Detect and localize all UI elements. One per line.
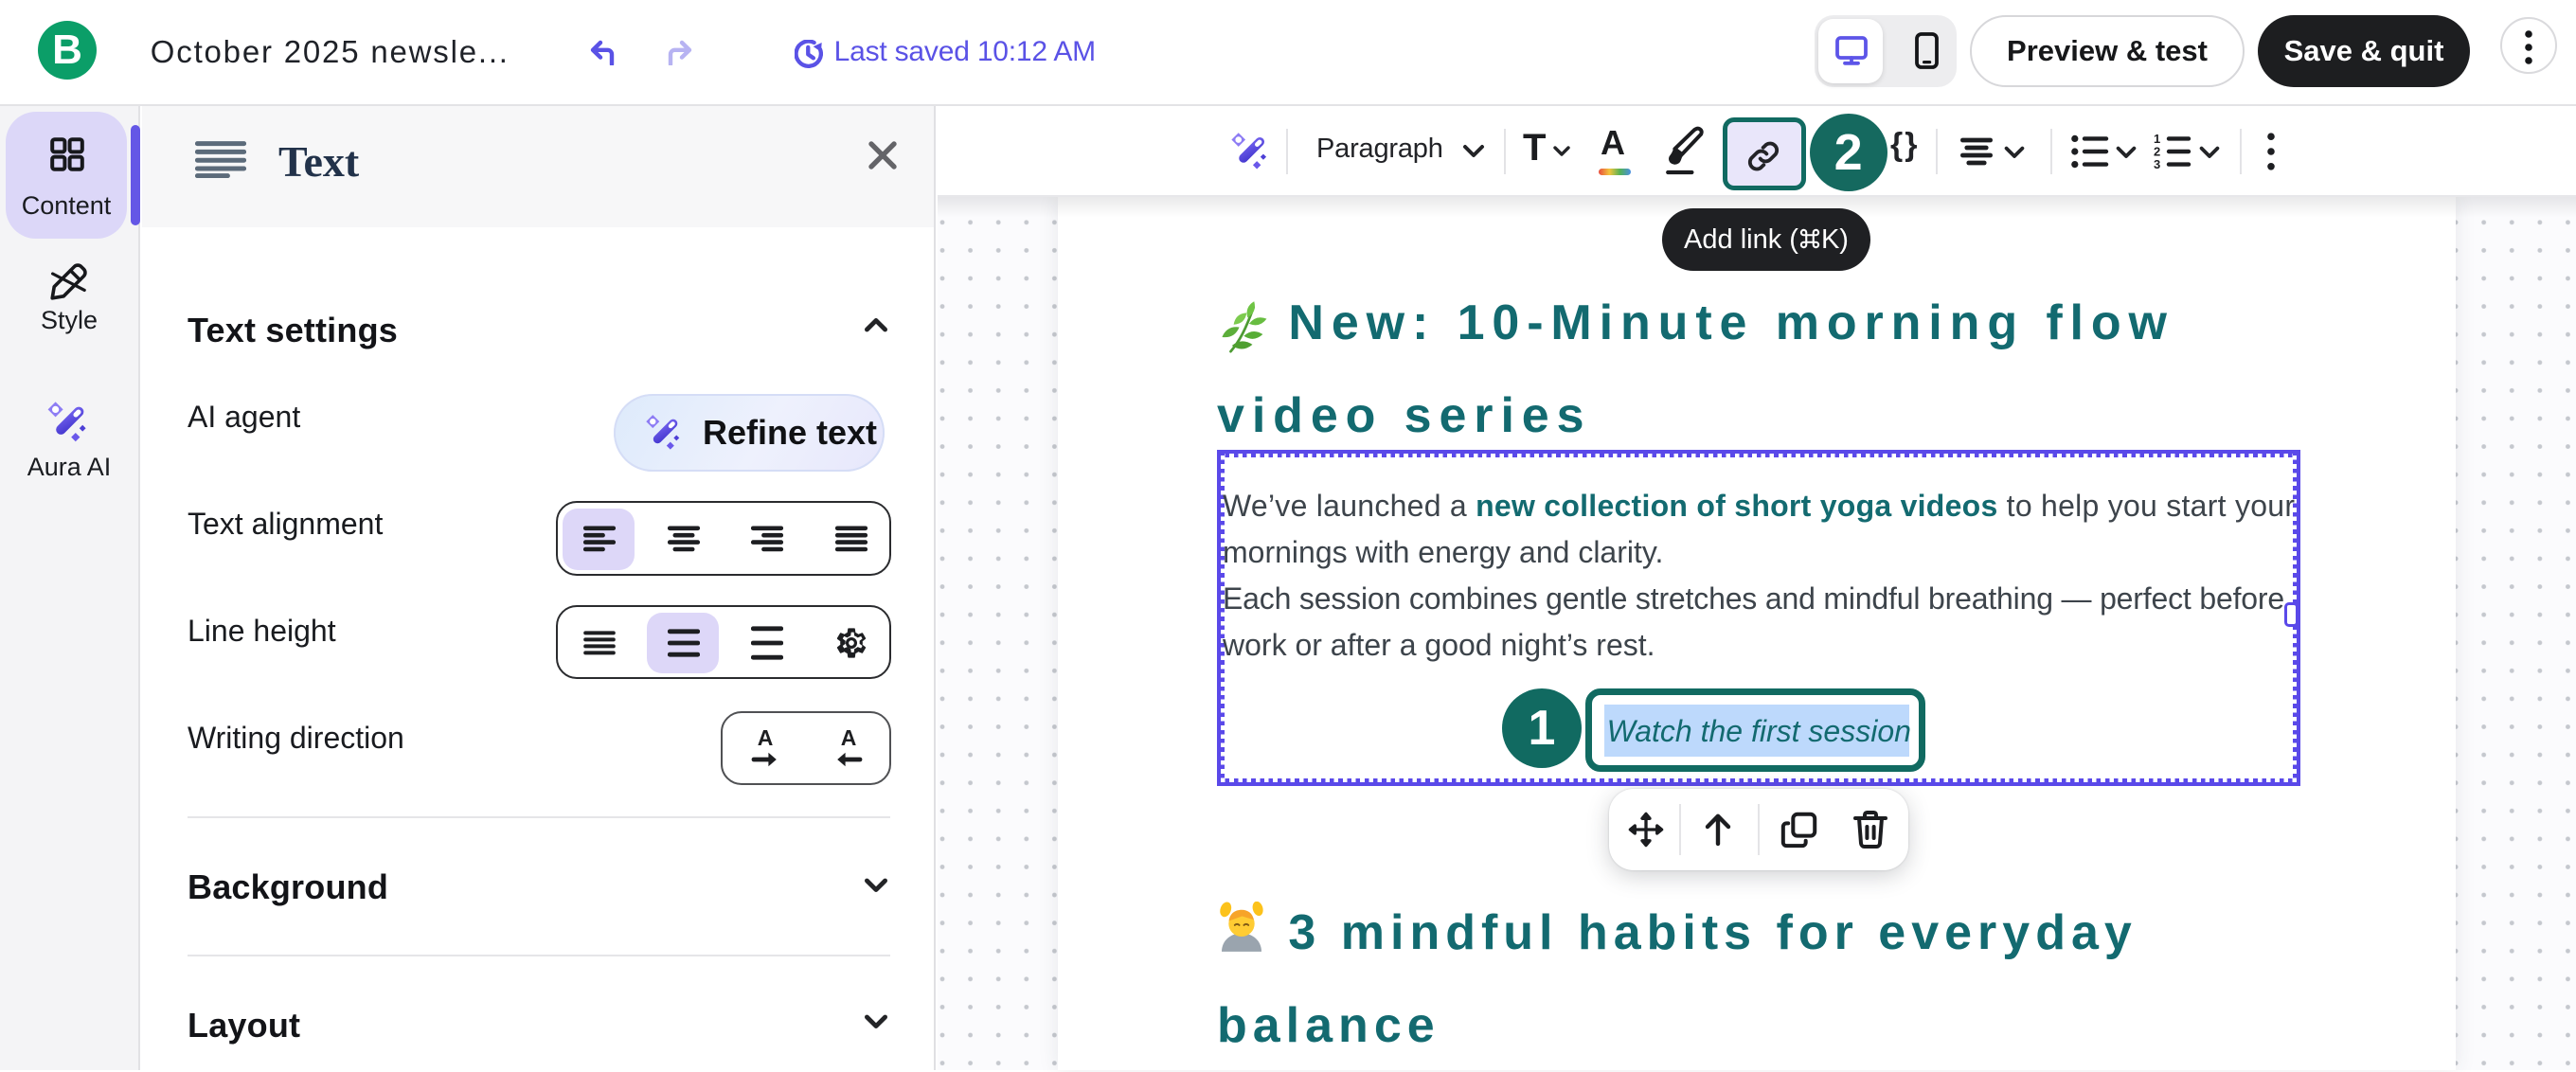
svg-text:A: A: [841, 726, 857, 750]
svg-text:A: A: [758, 726, 774, 750]
svg-text:3: 3: [2154, 157, 2160, 170]
